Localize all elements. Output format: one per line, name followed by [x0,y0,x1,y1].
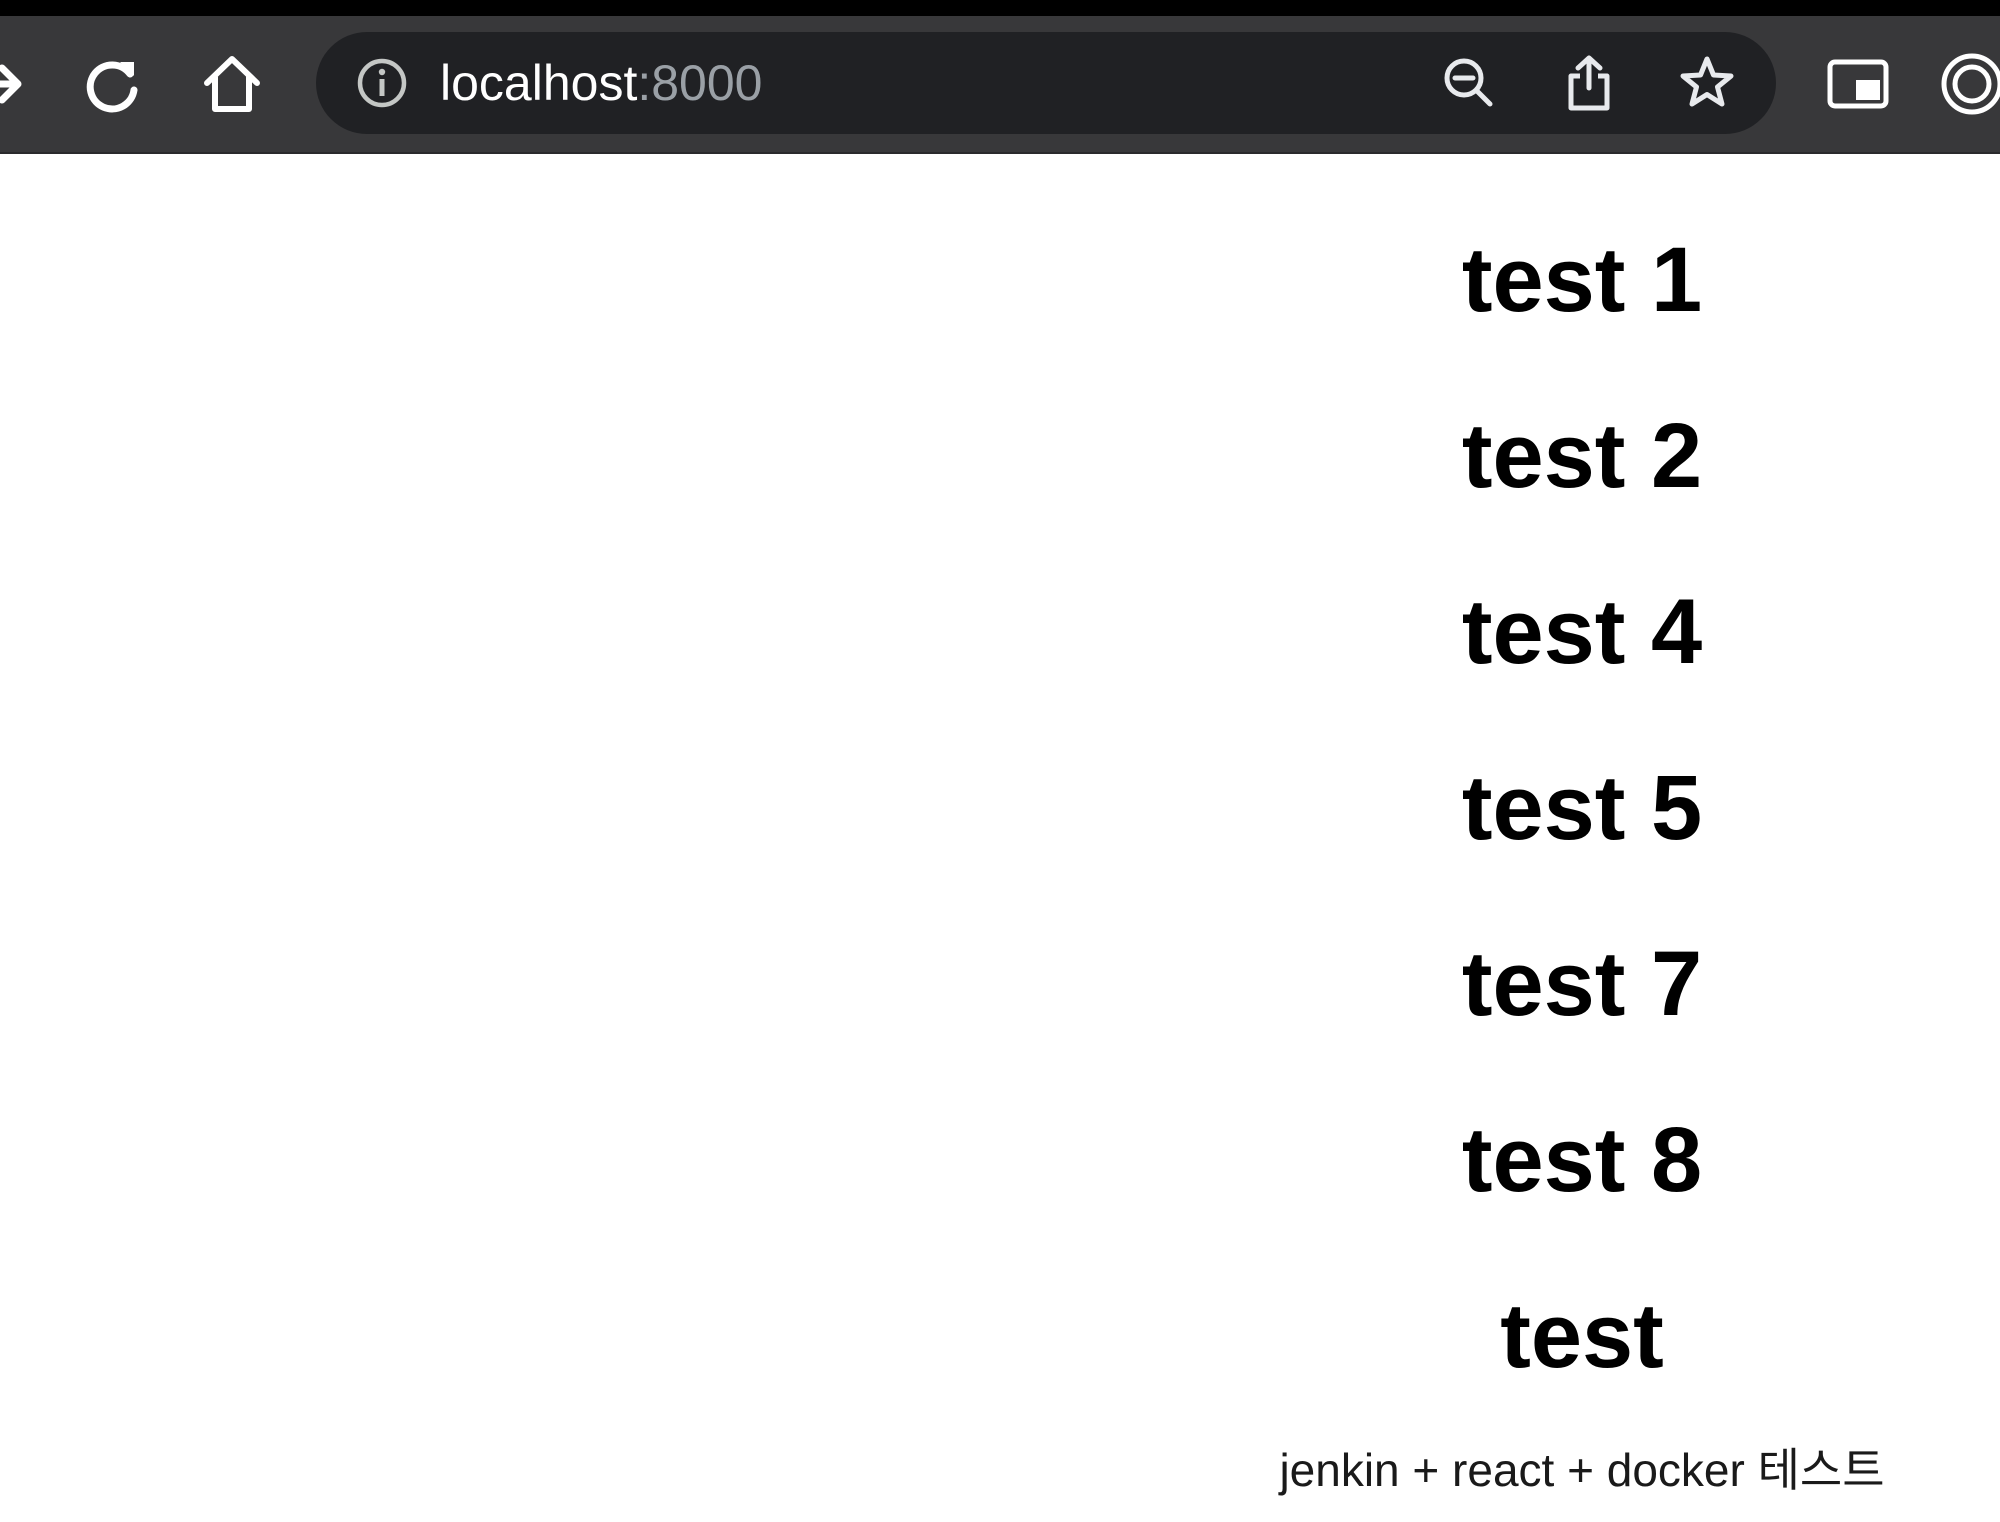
heading-test-8: test 8 [1461,1109,1703,1211]
reload-icon[interactable] [70,42,154,126]
heading-test-7: test 7 [1461,933,1703,1035]
star-icon[interactable] [1672,32,1742,134]
url-host: localhost [440,55,638,111]
url-port: :8000 [637,55,763,111]
browser-toolbar: localhost:8000 [0,16,2000,154]
picture-in-picture-icon[interactable] [1816,42,1900,126]
share-icon[interactable] [1554,32,1624,134]
address-bar[interactable]: localhost:8000 [316,32,1776,134]
forward-arrow-icon[interactable] [0,42,44,126]
heading-test: test [1500,1285,1664,1387]
info-icon[interactable] [352,32,412,134]
heading-test-1: test 1 [1461,229,1703,331]
page-content: test 1 test 2 test 4 test 5 test 7 test … [0,154,2000,1522]
footer-text: jenkin + react + docker 테스트 [1279,1444,1885,1496]
home-icon[interactable] [190,42,274,126]
url-text[interactable]: localhost:8000 [440,32,762,134]
window-top-edge [0,0,2000,16]
heading-test-5: test 5 [1461,757,1703,859]
circle-target-icon[interactable] [1930,42,2000,126]
heading-test-4: test 4 [1461,581,1703,683]
heading-test-2: test 2 [1461,405,1703,507]
zoom-out-icon[interactable] [1434,32,1504,134]
